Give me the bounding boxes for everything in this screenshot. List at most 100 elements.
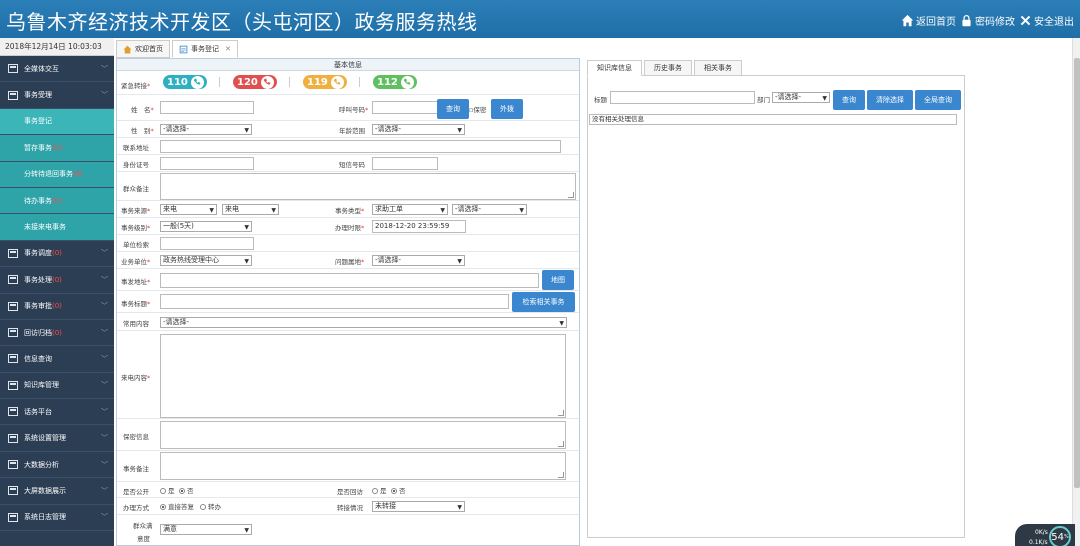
content-textarea[interactable] (160, 334, 566, 418)
sidebar-item-14[interactable]: 系统设置管理 ﹀ (0, 425, 114, 452)
location-input[interactable] (160, 273, 539, 288)
sidebar-item-8[interactable]: 事务处理 (0) ﹀ (0, 267, 114, 294)
tab-welcome[interactable]: 欢迎首页 (116, 40, 170, 58)
feedback-yes-radio[interactable]: 是 (372, 485, 387, 495)
type-select-1[interactable]: 求助工单 ▼ (372, 204, 448, 215)
hotline-120-button[interactable]: 120 (233, 75, 277, 89)
area-select[interactable]: -请选择- ▼ (372, 255, 465, 266)
logout-link[interactable]: 安全退出 (1019, 13, 1074, 28)
unit-select[interactable]: 政务热线受理中心 ▼ (160, 255, 252, 266)
scrollbar-thumb[interactable] (1074, 58, 1080, 488)
caller-query-button[interactable]: 查询 (437, 99, 469, 119)
secret-checkbox[interactable]: ▫保密 (469, 104, 486, 114)
sidebar-item-7[interactable]: 事务调度 (0) ﹀ (0, 241, 114, 268)
sidebar-item-17[interactable]: 系统日志管理 ﹀ (0, 505, 114, 532)
source-row: 事务来源* 来电 ▼ 来电 ▼ 事务类型* 求助工单 ▼ -请选择- ▼ (117, 201, 579, 218)
transfer-select[interactable]: 未转接 ▼ (372, 501, 465, 512)
age-select[interactable]: -请选择- ▼ (372, 124, 465, 135)
subject-input[interactable] (160, 294, 509, 309)
sidebar-item-label: 事务调度 (24, 249, 52, 258)
page-scrollbar[interactable] (1072, 38, 1080, 546)
unit-search-input[interactable] (160, 237, 254, 250)
map-button[interactable]: 地图 (542, 270, 574, 290)
type-select-2[interactable]: -请选择- ▼ (452, 204, 527, 215)
transfer-label: 转接情况 (337, 504, 363, 512)
name-label: 姓 名* (131, 106, 154, 114)
sidebar: 2018年12月14日 10:03:03 全媒体交互 ﹀ 事务受理 ﹀ 事务登记 暂存事务… (0, 38, 114, 546)
menu-icon (8, 460, 18, 470)
menu-icon (8, 275, 18, 285)
chevron-down-icon: ﹀ (101, 302, 108, 311)
sidebar-item-10[interactable]: 回访归档 (0) ﹀ (0, 320, 114, 347)
sidebar-item-4[interactable]: 分转待退回事务 (0) (0, 161, 114, 188)
hotline-number: 112 (377, 76, 398, 88)
kb-clear-button[interactable]: 清除选择 (867, 90, 913, 110)
content-row: 来电内容* (117, 331, 579, 419)
satisfaction-select[interactable]: 满意 ▼ (160, 524, 252, 535)
sidebar-item-5[interactable]: 待办事务 (0) (0, 187, 114, 215)
upload-speed: 0K/s (1035, 529, 1048, 536)
sms-input[interactable] (372, 157, 438, 170)
lock-icon (962, 14, 971, 27)
sidebar-item-12[interactable]: 知识库管理 ﹀ (0, 373, 114, 400)
area-label: 问题属地* (335, 258, 365, 266)
kb-title-input[interactable] (610, 91, 755, 104)
handle-direct-radio[interactable]: 直接答复 (160, 501, 194, 511)
gender-select[interactable]: -请选择- ▼ (160, 124, 252, 135)
tab-history[interactable]: 历史事务 (644, 60, 692, 76)
kb-dept-select[interactable]: -请选择- ▼ (772, 92, 830, 103)
content-label: 来电内容* (121, 374, 151, 382)
sidebar-item-13[interactable]: 话务平台 ﹀ (0, 399, 114, 426)
tab-knowledge[interactable]: 知识库信息 (587, 60, 642, 76)
count-badge: (0) (52, 249, 62, 258)
sidebar-item-2[interactable]: 事务登记 (0, 108, 114, 136)
chevron-down-icon: ﹀ (101, 249, 108, 258)
public-yes-radio[interactable]: 是 (160, 485, 175, 495)
password-link[interactable]: 密码修改 (960, 13, 1015, 28)
level-select[interactable]: 一般(5天) ▼ (160, 221, 252, 232)
note-textarea[interactable] (160, 452, 566, 480)
sidebar-item-16[interactable]: 大屏数据展示 ﹀ (0, 478, 114, 505)
kb-query-button[interactable]: 查询 (833, 90, 865, 110)
count-badge: (0) (52, 196, 62, 205)
source-select-2[interactable]: 来电 ▼ (222, 204, 279, 215)
kb-global-button[interactable]: 全局查询 (915, 90, 961, 110)
id-input[interactable] (160, 157, 254, 170)
dialout-button[interactable]: 外拨 (491, 99, 523, 119)
handle-transfer-radio[interactable]: 转办 (200, 501, 221, 511)
home-link[interactable]: 返回首页 (901, 13, 956, 28)
feedback-no-radio[interactable]: 否 (391, 485, 406, 495)
source-select-1[interactable]: 来电 ▼ (160, 204, 217, 215)
deadline-input[interactable]: 2018-12-20 23:59:59 (372, 220, 466, 233)
remark-textarea[interactable] (160, 173, 576, 200)
secret-info-textarea[interactable] (160, 421, 566, 449)
sidebar-item-6[interactable]: 未接来电事务 (0, 214, 114, 241)
name-input[interactable] (160, 101, 254, 114)
sidebar-item-1[interactable]: 事务受理 ﹀ (0, 82, 114, 109)
tab-register[interactable]: 事务登记 ✕ (172, 40, 238, 58)
public-row: 是否公开 是 否 是否回访 是 否 (117, 482, 579, 498)
tab-related[interactable]: 相关事务 (694, 60, 742, 76)
divider (289, 77, 290, 87)
hotline-112-button[interactable]: 112 (373, 75, 417, 89)
count-badge: (0) (52, 143, 62, 152)
hotline-119-button[interactable]: 119 (303, 75, 347, 89)
hotline-110-button[interactable]: 110 (163, 75, 207, 89)
caller-label: 呼叫号码* (339, 106, 369, 114)
address-input[interactable] (160, 140, 561, 153)
sidebar-item-9[interactable]: 事务审批 (0) ﹀ (0, 294, 114, 320)
level-row: 事务级别* 一般(5天) ▼ 办理时限* 2018-12-20 23:59:59 (117, 218, 579, 235)
menu-icon (8, 328, 18, 338)
public-no-radio[interactable]: 否 (179, 485, 194, 495)
sidebar-item-11[interactable]: 信息查询 ﹀ (0, 346, 114, 373)
count-badge: (0) (52, 275, 62, 284)
common-label: 常用内容 (123, 320, 149, 328)
sidebar-item-15[interactable]: 大数据分析 ﹀ (0, 452, 114, 479)
sidebar-item-3[interactable]: 暂存事务 (0) (0, 135, 114, 162)
sidebar-item-0[interactable]: 全媒体交互 ﹀ (0, 56, 114, 83)
tab-close-icon[interactable]: ✕ (225, 45, 231, 53)
common-select[interactable]: -请选择- ▼ (160, 317, 567, 328)
caller-input[interactable] (372, 101, 438, 114)
tab-welcome-label: 欢迎首页 (135, 45, 163, 53)
search-related-button[interactable]: 检索相关事务 (512, 292, 575, 312)
